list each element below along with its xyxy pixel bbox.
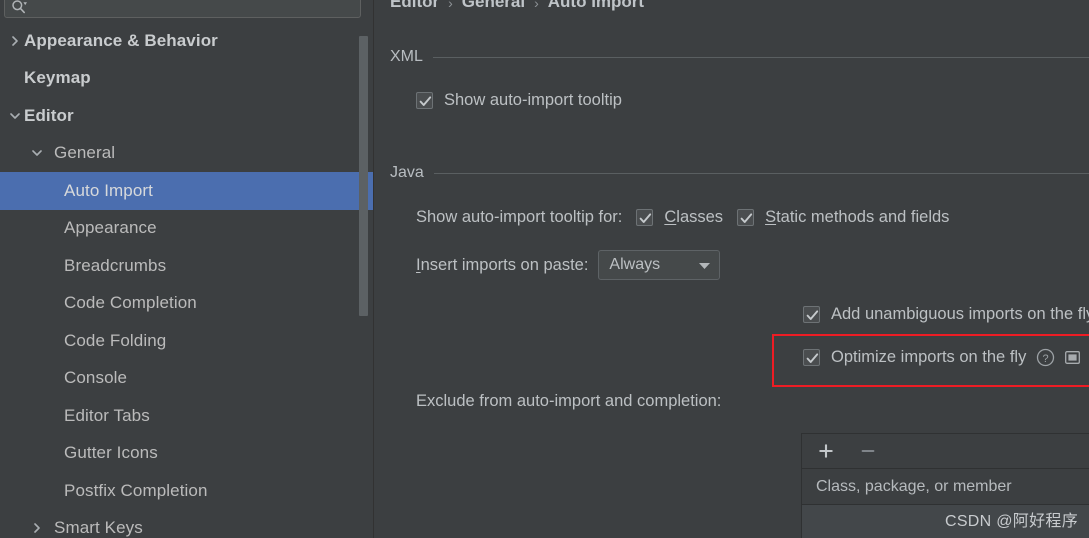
add-exclude-button[interactable] xyxy=(816,441,836,461)
remove-exclude-button[interactable] xyxy=(858,441,878,461)
sidebar-item-keymap[interactable]: Keymap xyxy=(0,60,373,98)
sidebar-item-smart-keys[interactable]: Smart Keys xyxy=(0,510,373,538)
add-unambiguous-imports-checkbox[interactable] xyxy=(803,306,820,323)
insert-imports-on-paste-row: Insert imports on paste: Always xyxy=(416,250,721,280)
settings-dialog: Appearance & Behavior Keymap Editor Gene… xyxy=(0,0,1089,538)
classes-label: Classes xyxy=(664,208,724,226)
sidebar-item-label: General xyxy=(54,143,116,163)
breadcrumb-item-auto-import[interactable]: Auto Import xyxy=(548,0,644,12)
sidebar-item-editor[interactable]: Editor xyxy=(0,97,373,135)
chevron-down-icon[interactable] xyxy=(6,111,24,121)
classes-checkbox[interactable] xyxy=(636,209,654,226)
show-tooltip-for-row: Show auto-import tooltip for: Classes St… xyxy=(416,208,949,227)
show-auto-import-tooltip-row[interactable]: Show auto-import tooltip xyxy=(416,91,622,110)
sidebar-item-appearance[interactable]: Appearance xyxy=(0,210,373,248)
static-methods-mnemonic: S xyxy=(765,208,777,226)
breadcrumb-separator-icon: › xyxy=(534,0,539,11)
java-section-header: Java xyxy=(390,164,1089,182)
optimize-imports-row[interactable]: Optimize imports on the fly ? xyxy=(803,348,1081,367)
sidebar-item-label: Breadcrumbs xyxy=(64,255,167,275)
sidebar-item-label: Console xyxy=(64,368,128,388)
watermark: CSDN @阿好程序 xyxy=(944,513,1078,530)
add-unambiguous-imports-row[interactable]: Add unambiguous imports on the fly ? xyxy=(803,305,1089,324)
insert-imports-value: Always xyxy=(609,256,661,273)
breadcrumb: Editor › General › Auto Import xyxy=(390,0,644,12)
settings-tree: Appearance & Behavior Keymap Editor Gene… xyxy=(0,22,373,538)
sidebar-item-label: Code Folding xyxy=(64,330,167,350)
breadcrumb-item-general[interactable]: General xyxy=(462,0,525,12)
classes-mnemonic: C xyxy=(664,208,677,226)
sidebar-item-label: Auto Import xyxy=(64,180,153,200)
show-auto-import-tooltip-checkbox[interactable] xyxy=(416,92,433,109)
sidebar-item-console[interactable]: Console xyxy=(0,360,373,398)
svg-text:?: ? xyxy=(1043,353,1049,365)
settings-content: Editor › General › Auto Import XML Show … xyxy=(374,0,1089,538)
exclude-section-label-row: Exclude from auto-import and completion: xyxy=(416,392,721,411)
settings-search-box[interactable] xyxy=(4,0,361,18)
section-divider xyxy=(432,56,1089,58)
show-auto-import-tooltip-label: Show auto-import tooltip xyxy=(444,91,622,109)
insert-imports-label: Insert imports on paste: xyxy=(416,255,589,274)
section-divider xyxy=(433,172,1089,174)
search-icon xyxy=(11,0,27,15)
exclude-column-header: Class, package, or member xyxy=(816,477,1012,495)
sidebar-item-label: Appearance xyxy=(64,218,157,238)
sidebar-item-label: Appearance & Behavior xyxy=(24,30,218,50)
sidebar-item-general[interactable]: General xyxy=(0,135,373,173)
sidebar-item-appearance-behavior[interactable]: Appearance & Behavior xyxy=(0,22,373,60)
optimize-imports-label: Optimize imports on the fly xyxy=(831,348,1027,366)
exclude-table-toolbar xyxy=(802,434,1089,469)
chevron-down-icon[interactable] xyxy=(28,148,46,158)
sidebar-item-label: Smart Keys xyxy=(54,518,143,538)
chevron-right-icon[interactable] xyxy=(28,523,46,534)
insert-imports-mnemonic: I xyxy=(416,255,421,274)
xml-section-header: XML xyxy=(390,48,1089,66)
sidebar-scrollbar-thumb[interactable] xyxy=(359,36,368,316)
breadcrumb-separator-icon: › xyxy=(448,0,453,11)
show-tooltip-for-label: Show auto-import tooltip for: xyxy=(416,208,623,226)
sidebar-item-breadcrumbs[interactable]: Breadcrumbs xyxy=(0,247,373,285)
static-methods-checkbox[interactable] xyxy=(737,209,755,226)
sidebar-scrollbar[interactable] xyxy=(358,36,369,538)
settings-sidebar: Appearance & Behavior Keymap Editor Gene… xyxy=(0,0,374,538)
sidebar-item-postfix-completion[interactable]: Postfix Completion xyxy=(0,472,373,510)
search-input[interactable] xyxy=(27,0,354,15)
sidebar-item-label: Gutter Icons xyxy=(64,443,158,463)
sidebar-item-label: Code Completion xyxy=(64,293,197,313)
help-circle-icon[interactable]: ? xyxy=(1036,348,1055,367)
sidebar-item-label: Keymap xyxy=(24,68,91,88)
sidebar-item-label: Editor Tabs xyxy=(64,405,150,425)
insert-imports-dropdown[interactable]: Always xyxy=(598,250,721,280)
chevron-right-icon[interactable] xyxy=(6,35,24,46)
chevron-down-icon[interactable] xyxy=(698,261,711,270)
optimize-imports-checkbox[interactable] xyxy=(803,349,820,366)
sidebar-item-label: Postfix Completion xyxy=(64,480,208,500)
static-methods-label: Static methods and fields xyxy=(765,208,950,226)
sidebar-item-label: Editor xyxy=(24,105,74,125)
breadcrumb-item-editor[interactable]: Editor xyxy=(390,0,439,12)
exclude-table-header: Class, package, or member xyxy=(802,469,1089,505)
screen-icon[interactable] xyxy=(1065,351,1081,364)
exclude-label: Exclude from auto-import and completion: xyxy=(416,392,722,410)
sidebar-item-code-completion[interactable]: Code Completion xyxy=(0,285,373,323)
sidebar-item-auto-import[interactable]: Auto Import xyxy=(0,172,373,210)
add-unambiguous-imports-label: Add unambiguous imports on the fly xyxy=(831,305,1089,323)
java-section-title: Java xyxy=(390,164,424,181)
xml-section-title: XML xyxy=(390,48,423,65)
sidebar-item-gutter-icons[interactable]: Gutter Icons xyxy=(0,435,373,473)
sidebar-item-code-folding[interactable]: Code Folding xyxy=(0,322,373,360)
sidebar-item-editor-tabs[interactable]: Editor Tabs xyxy=(0,397,373,435)
